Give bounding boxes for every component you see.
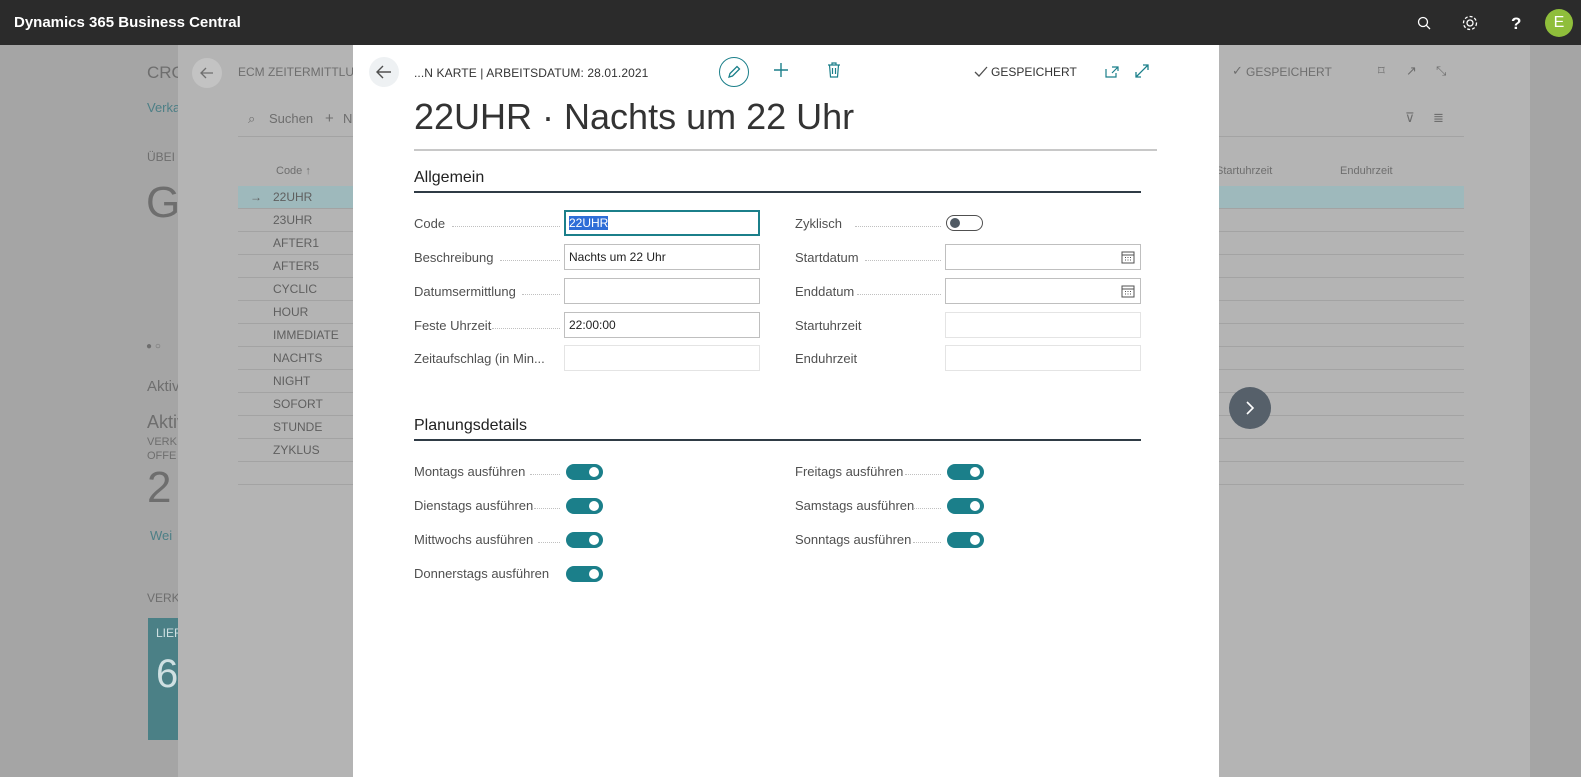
- bg-bookmark-icon[interactable]: ⌑: [1378, 63, 1385, 79]
- new-button[interactable]: [773, 62, 789, 83]
- app-bar-actions: ? E: [1401, 0, 1573, 45]
- bg-tile-num: 6: [156, 652, 179, 696]
- donnerstag-toggle[interactable]: [566, 566, 603, 582]
- app-title[interactable]: Dynamics 365 Business Central: [14, 14, 241, 31]
- bg-search-icon: ⌕: [248, 111, 256, 126]
- field-startdatum: Startdatum: [795, 244, 1141, 270]
- montag-toggle[interactable]: [566, 464, 603, 480]
- expand-button[interactable]: [1135, 64, 1149, 83]
- mittwoch-toggle[interactable]: [566, 532, 603, 548]
- trash-icon: [828, 62, 840, 78]
- field-beschreibung: Beschreibung Nachts um 22 Uhr: [414, 244, 760, 270]
- bg-popout-icon[interactable]: ↗: [1406, 63, 1417, 79]
- field-montag: Montags ausführen: [414, 458, 760, 484]
- sonntag-toggle[interactable]: [947, 532, 984, 548]
- bg-col-start[interactable]: Startuhrzeit: [1216, 165, 1272, 177]
- field-zeitaufschlag: Zeitaufschlag (in Min...: [414, 345, 760, 371]
- field-donnerstag: Donnerstags ausführen: [414, 560, 760, 586]
- section-general-header[interactable]: Allgemein: [414, 169, 1141, 193]
- check-icon: [974, 66, 988, 77]
- chevron-right-icon: [1246, 401, 1255, 415]
- freitag-toggle[interactable]: [947, 464, 984, 480]
- enduhrzeit-input: [945, 345, 1141, 371]
- field-code: Code 22UHR: [414, 210, 760, 236]
- enddatum-input[interactable]: [945, 278, 1141, 304]
- bg-verk-2: VERK: [147, 591, 180, 605]
- bg-check-icon: ✓: [1232, 63, 1243, 78]
- avatar[interactable]: E: [1545, 8, 1573, 37]
- bg-filter-icon[interactable]: ⊽: [1405, 110, 1415, 126]
- field-dienstag: Dienstags ausführen: [414, 492, 760, 518]
- saved-status: GESPEICHERT: [974, 65, 1077, 79]
- bg-nav: Verka: [147, 100, 181, 115]
- bg-list-title: ECM ZEITERMITTLUN: [238, 65, 363, 79]
- bg-new-icon: +: [325, 110, 334, 127]
- bg-list-icon[interactable]: ≣: [1433, 110, 1444, 126]
- section-planning-header[interactable]: Planungsdetails: [414, 417, 1141, 441]
- help-icon[interactable]: ?: [1493, 0, 1539, 45]
- field-mittwoch: Mittwochs ausführen: [414, 526, 760, 552]
- bg-col-end[interactable]: Enduhrzeit: [1340, 165, 1393, 177]
- bg-section: ÜBEI: [147, 150, 176, 164]
- edit-button[interactable]: [719, 57, 749, 87]
- startdatum-input[interactable]: [945, 244, 1141, 270]
- bg-verk-1: VERK: [147, 436, 177, 448]
- search-icon[interactable]: [1401, 0, 1447, 45]
- field-enddatum: Enddatum: [795, 278, 1141, 304]
- card-dialog: ...N KARTE | ARBEITSDATUM: 28.01.2021 GE…: [353, 45, 1219, 777]
- field-freitag: Freitags ausführen: [795, 458, 1141, 484]
- bg-col-code[interactable]: Code ↑: [276, 165, 311, 177]
- arrow-left-icon: [376, 65, 391, 79]
- next-record-button[interactable]: [1229, 387, 1271, 429]
- bg-search[interactable]: Suchen: [269, 111, 313, 126]
- bg-saved: GESPEICHERT: [1246, 65, 1332, 79]
- zyklisch-toggle[interactable]: [946, 215, 983, 231]
- field-feste-uhrzeit: Feste Uhrzeit 22:00:00: [414, 312, 760, 338]
- field-sonntag: Sonntags ausführen: [795, 526, 1141, 552]
- code-input[interactable]: 22UHR: [564, 210, 760, 236]
- back-button[interactable]: [369, 57, 399, 87]
- breadcrumb: ...N KARTE | ARBEITSDATUM: 28.01.2021: [414, 66, 649, 80]
- beschreibung-input[interactable]: Nachts um 22 Uhr: [564, 244, 760, 270]
- row-arrow-icon: →: [250, 190, 262, 204]
- startuhrzeit-input: [945, 312, 1141, 338]
- gear-icon[interactable]: [1447, 0, 1493, 45]
- bg-back-button[interactable]: [192, 58, 222, 88]
- datumsermittlung-input[interactable]: [564, 278, 760, 304]
- popout-button[interactable]: [1105, 65, 1119, 83]
- expand-icon: [1135, 64, 1149, 78]
- bg-count: 2: [147, 463, 172, 512]
- app-bar: Dynamics 365 Business Central ? E: [0, 0, 1581, 45]
- zeitaufschlag-input: [564, 345, 760, 371]
- feste-uhrzeit-input[interactable]: 22:00:00: [564, 312, 760, 338]
- field-zyklisch: Zyklisch: [795, 210, 1141, 236]
- delete-button[interactable]: [827, 62, 841, 83]
- bg-aktiv-1: Aktiv: [147, 378, 180, 395]
- field-startuhrzeit: Startuhrzeit: [795, 312, 1141, 338]
- bg-offe: OFFE: [147, 450, 177, 462]
- bg-letter: G: [146, 178, 181, 227]
- plus-icon: [774, 63, 788, 77]
- title-divider: [414, 149, 1157, 151]
- bg-collapse-icon[interactable]: ⤡: [1436, 63, 1446, 79]
- field-samstag: Samstags ausführen: [795, 492, 1141, 518]
- page-title: 22UHR · Nachts um 22 Uhr: [414, 96, 855, 137]
- dienstag-toggle[interactable]: [566, 498, 603, 514]
- bg-dots-icon: ● ○: [146, 341, 161, 352]
- bg-new[interactable]: N: [343, 111, 352, 126]
- calendar-icon[interactable]: [1121, 250, 1135, 264]
- field-datumsermittlung: Datumsermittlung: [414, 278, 760, 304]
- pencil-icon: [728, 65, 741, 78]
- field-enduhrzeit: Enduhrzeit: [795, 345, 1141, 371]
- bg-weiter: Wei: [150, 528, 173, 543]
- popout-icon: [1105, 66, 1119, 78]
- samstag-toggle[interactable]: [947, 498, 984, 514]
- svg-text:?: ?: [1511, 14, 1521, 32]
- calendar-icon[interactable]: [1121, 284, 1135, 298]
